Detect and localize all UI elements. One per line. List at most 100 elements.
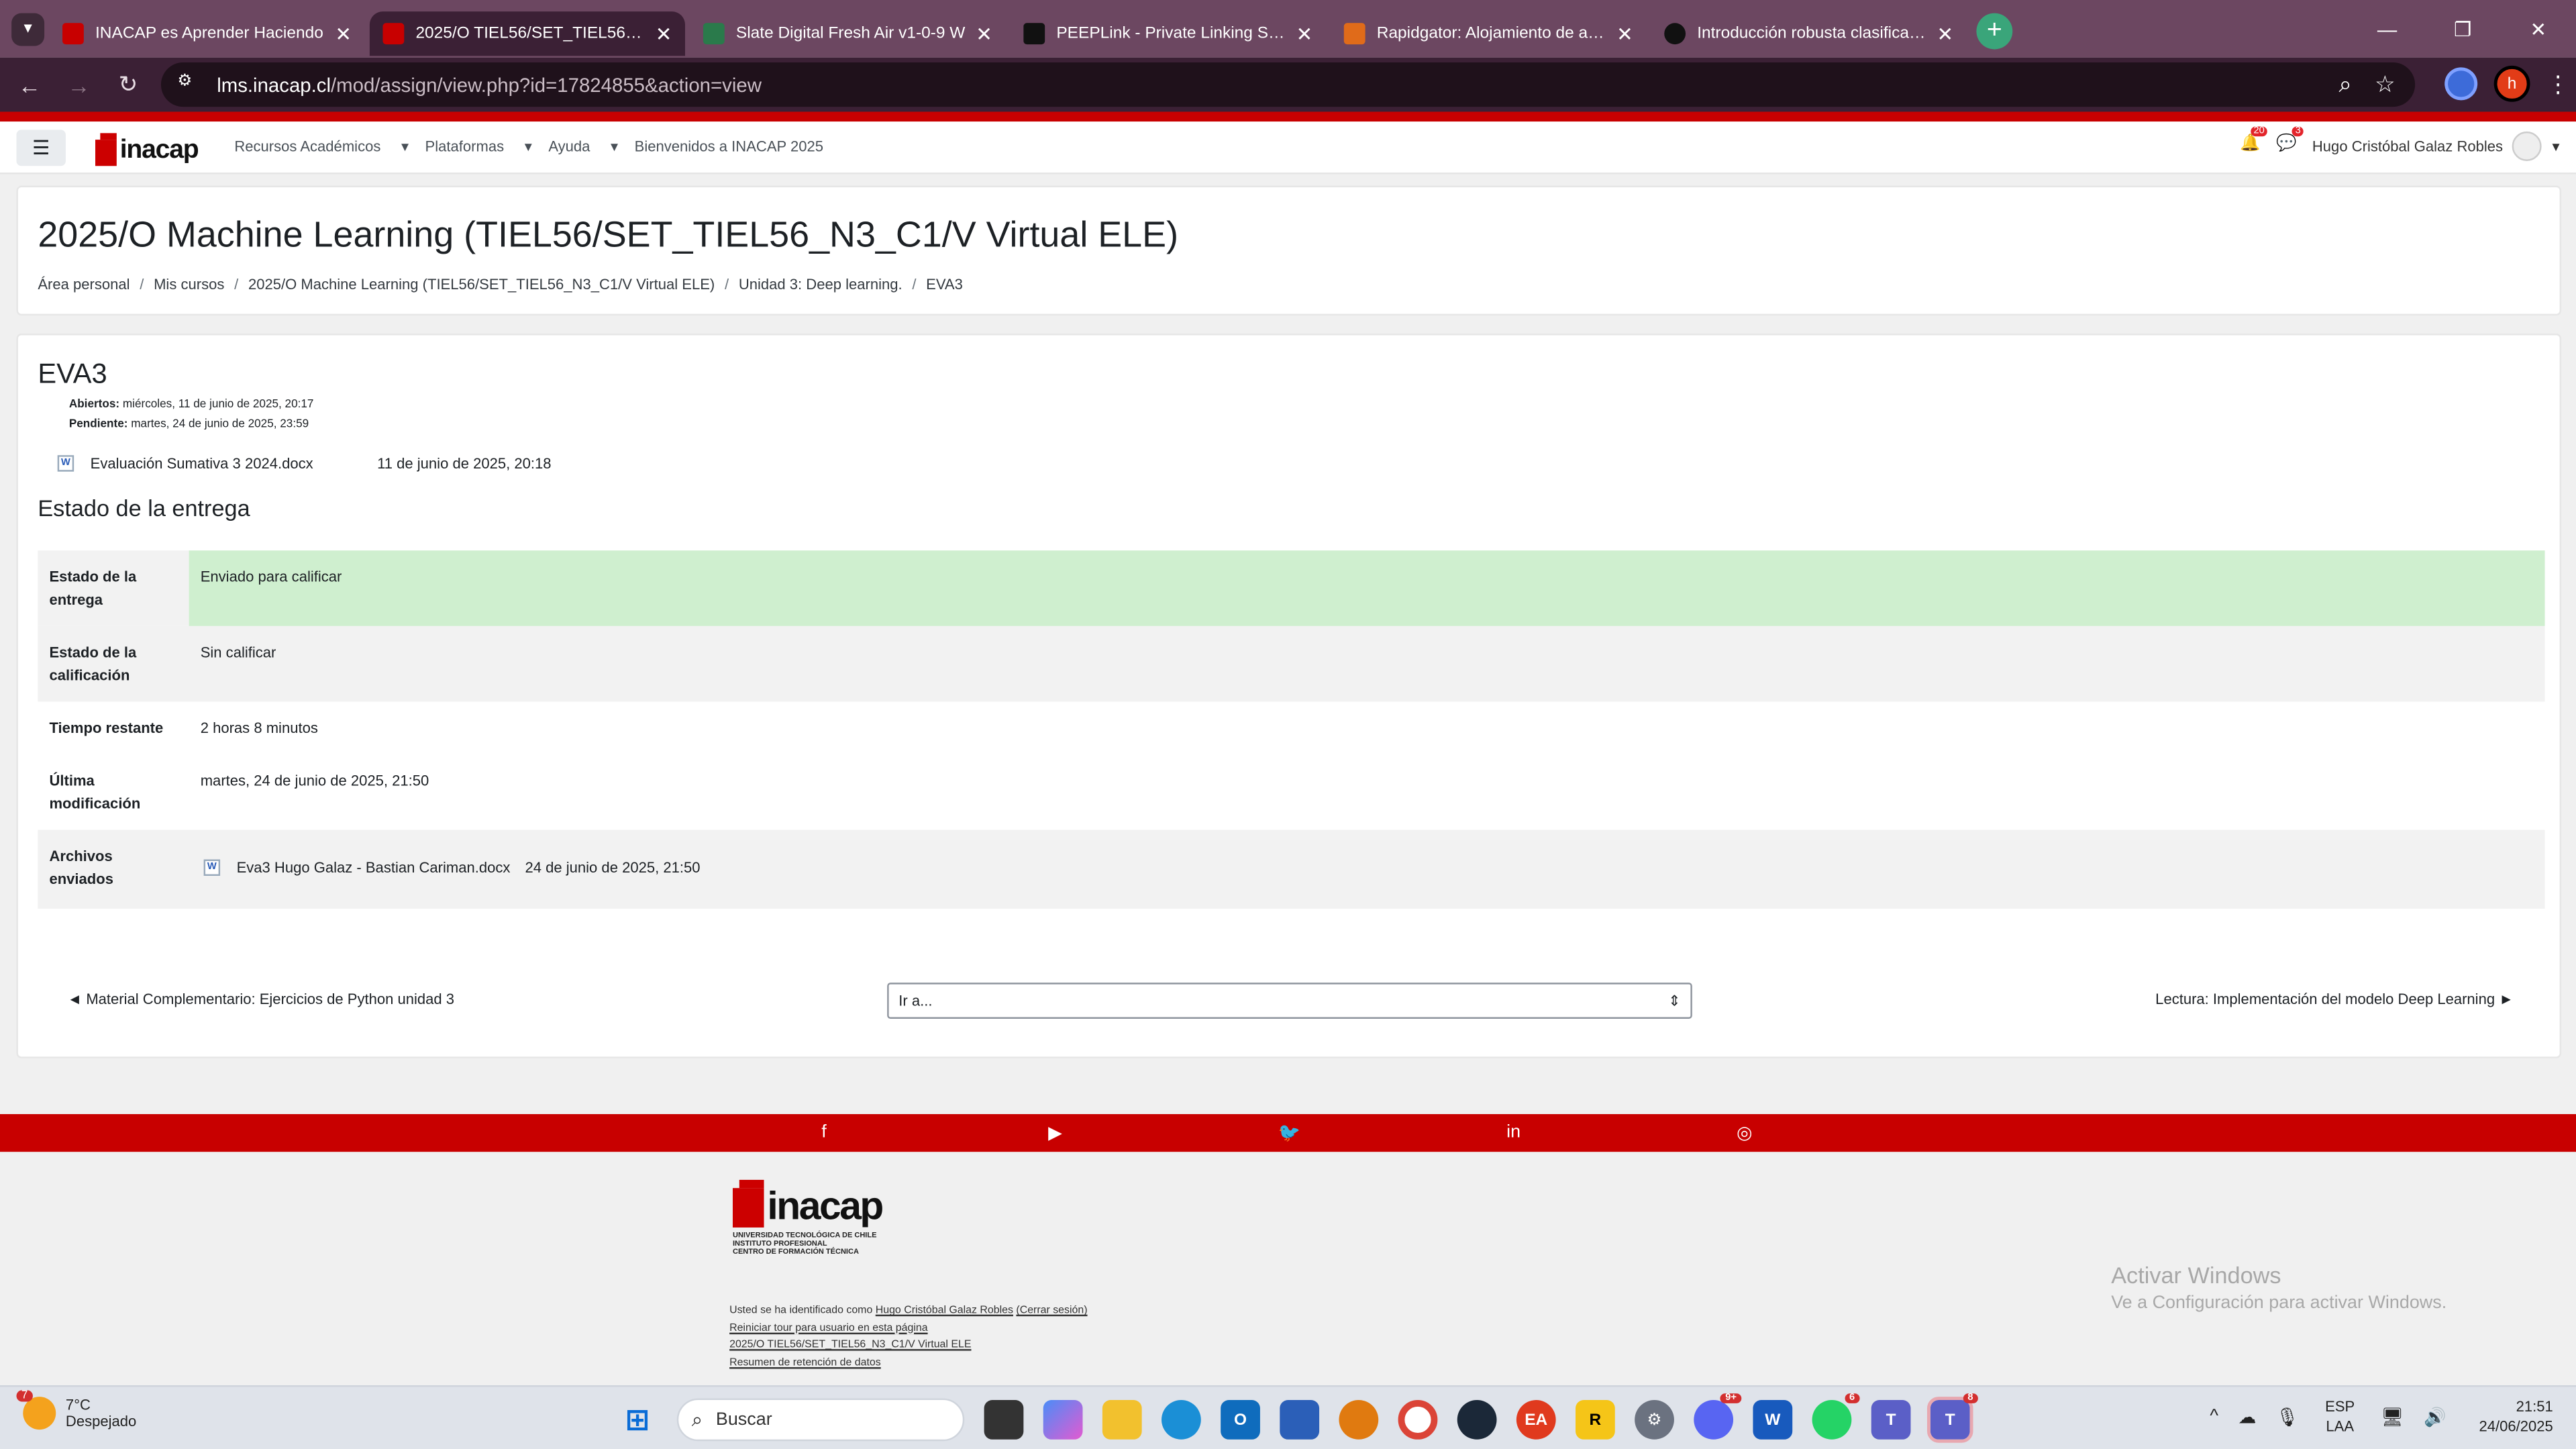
attachment-link[interactable]: Evaluación Sumativa 3 2024.docx — [91, 455, 313, 471]
zoom-icon[interactable]: ⌕ — [2339, 70, 2352, 99]
profile-avatar[interactable]: h — [2493, 65, 2530, 102]
word-file-icon: W — [57, 455, 74, 472]
assignment-dates: Abiertos: miércoles, 11 de junio de 2025… — [68, 399, 314, 431]
table-row: Última modificación martes, 24 de junio … — [38, 754, 2545, 830]
browser-tab-active[interactable]: 2025/O TIEL56/SET_TIEL56_N3_C1/V Virtual… — [369, 11, 685, 56]
new-tab-button[interactable]: + — [1976, 12, 2013, 49]
inacap-logo[interactable]: inacap — [95, 129, 199, 166]
logout-link[interactable]: (Cerrar sesión) — [1016, 1305, 1087, 1316]
profile-link[interactable]: Hugo Cristóbal Galaz Robles — [876, 1305, 1013, 1316]
word-file-icon: W — [203, 859, 221, 876]
instagram-icon[interactable]: ◎ — [1737, 1122, 1753, 1144]
ea-icon[interactable]: EA — [1516, 1400, 1556, 1440]
browser-tab[interactable]: Introducción robusta clasificación ✕ — [1651, 11, 1967, 56]
brand-stripe — [0, 111, 2576, 122]
messages-icon[interactable]: 💬 3 — [2276, 126, 2304, 158]
social-bar: f ▶ 🐦 in ◎ — [0, 1114, 2576, 1152]
rockstar-icon[interactable]: R — [1576, 1400, 1615, 1440]
volume-icon[interactable]: 🔊 — [2424, 1406, 2446, 1427]
tab-title: PEEPLink - Private Linking Service — [1056, 24, 1286, 43]
course-link[interactable]: 2025/O TIEL56/SET_TIEL56_N3_C1/V Virtual… — [729, 1339, 971, 1350]
peeplink-favicon-icon — [1023, 23, 1045, 45]
youtube-icon[interactable]: ▶ — [1048, 1122, 1062, 1144]
clock[interactable]: 21:51 24/06/2025 — [2479, 1397, 2553, 1436]
reload-icon[interactable]: ↻ — [103, 70, 152, 99]
menu-recursos[interactable]: Recursos Académicos ▾ — [234, 138, 409, 156]
discord-icon[interactable]: 9+ — [1694, 1393, 1742, 1440]
next-activity-link[interactable]: Lectura: Implementación del modelo Deep … — [2155, 991, 2514, 1007]
browser-tab[interactable]: INACAP es Aprender Haciendo ✕ — [49, 11, 364, 56]
close-window-icon[interactable]: ✕ — [2500, 0, 2576, 58]
notifications-bell-icon[interactable]: 🔔 20 — [2240, 126, 2268, 158]
inacap-favicon-icon — [62, 23, 84, 45]
fl-studio-icon[interactable] — [1339, 1400, 1379, 1440]
network-icon[interactable]: 🖥 — [2381, 1406, 2404, 1427]
show-hidden-icons-chevron-icon[interactable]: ^ — [2210, 1407, 2218, 1426]
jump-to-select[interactable]: Ir a... ⇕ — [887, 983, 1692, 1019]
twitter-icon[interactable]: 🐦 — [1278, 1122, 1301, 1144]
back-icon[interactable]: ← — [5, 72, 54, 98]
breadcrumb-item[interactable]: 2025/O Machine Learning (TIEL56/SET_TIEL… — [248, 276, 715, 292]
url-host: lms.inacap.cl — [217, 72, 331, 97]
user-menu-chevron-icon[interactable]: ▾ — [2553, 137, 2560, 155]
browser-tab[interactable]: Rapidgator: Alojamiento de archivos ✕ — [1331, 11, 1646, 56]
chrome-icon[interactable] — [1398, 1400, 1438, 1440]
linkedin-icon[interactable]: in — [1506, 1122, 1521, 1142]
steam-icon[interactable] — [1457, 1400, 1497, 1440]
close-tab-icon[interactable]: ✕ — [656, 22, 672, 45]
breadcrumb-item[interactable]: EVA3 — [926, 276, 963, 292]
onedrive-icon[interactable]: ☁ — [2238, 1406, 2256, 1427]
forward-icon[interactable]: → — [54, 72, 103, 98]
browser-tab[interactable]: PEEPLink - Private Linking Service ✕ — [1011, 11, 1326, 56]
close-tab-icon[interactable]: ✕ — [1937, 22, 1954, 45]
logo-mark — [95, 132, 117, 166]
close-tab-icon[interactable]: ✕ — [976, 22, 992, 45]
more-menu-icon[interactable]: ⋮ — [2546, 70, 2569, 98]
menu-ayuda[interactable]: Ayuda ▾ — [548, 138, 618, 156]
microphone-icon[interactable]: 🎙 — [2276, 1406, 2299, 1427]
browser-tab[interactable]: Slate Digital Fresh Air v1-0-9 W ✕ — [690, 11, 1005, 56]
tab-search-button[interactable]: ▾ — [11, 12, 45, 46]
slate-favicon-icon — [703, 23, 725, 45]
settings-icon[interactable]: ⚙ — [1635, 1400, 1674, 1440]
outlook-icon[interactable]: O — [1221, 1400, 1260, 1440]
input-language[interactable]: ESP LAA — [2325, 1397, 2355, 1436]
teams-active-icon[interactable]: T8 — [1926, 1393, 1978, 1443]
user-avatar[interactable] — [2512, 131, 2542, 161]
reset-tour-link[interactable]: Reiniciar tour para usuario en esta pági… — [729, 1322, 927, 1334]
minimize-icon[interactable]: — — [2349, 0, 2425, 58]
taskbar-search[interactable]: ⌕ Buscar — [676, 1398, 965, 1442]
close-tab-icon[interactable]: ✕ — [1616, 22, 1633, 45]
breadcrumb-item[interactable]: Unidad 3: Deep learning. — [739, 276, 903, 292]
teams-icon[interactable]: T — [1871, 1400, 1911, 1440]
task-view-icon[interactable] — [984, 1400, 1024, 1440]
prev-activity-link[interactable]: ◄ Material Complementario: Ejercicios de… — [67, 991, 454, 1007]
site-info-icon[interactable]: ⚙ — [177, 72, 203, 98]
address-bar[interactable]: ⚙ lms.inacap.cl /mod/assign/view.php?id=… — [160, 62, 2416, 107]
drawer-toggle-button[interactable]: ☰ — [16, 129, 66, 166]
facebook-icon[interactable]: f — [821, 1122, 826, 1142]
submitted-file-link[interactable]: Eva3 Hugo Galaz - Bastian Cariman.docx — [237, 856, 511, 879]
breadcrumb-item[interactable]: Área personal — [38, 276, 130, 292]
restore-icon[interactable]: ❐ — [2425, 0, 2501, 58]
bookmark-star-icon[interactable]: ☆ — [2375, 70, 2395, 99]
table-row: Estado de la entrega Enviado para califi… — [38, 550, 2545, 626]
menu-plataformas[interactable]: Plataformas ▾ — [425, 138, 532, 156]
file-explorer-icon[interactable] — [1102, 1400, 1142, 1440]
windows-start-icon[interactable]: ⊞ — [618, 1400, 658, 1440]
edge-icon[interactable] — [1162, 1400, 1201, 1440]
store-icon[interactable] — [1280, 1400, 1320, 1440]
site-navbar: ☰ inacap Recursos Académicos ▾ Plataform… — [0, 121, 2576, 174]
breadcrumb-item[interactable]: Mis cursos — [154, 276, 224, 292]
copilot-icon[interactable] — [1043, 1400, 1083, 1440]
word-icon[interactable]: W — [1753, 1400, 1793, 1440]
tab-title: Rapidgator: Alojamiento de archivos — [1376, 24, 1607, 43]
extension-icon[interactable] — [2444, 67, 2478, 101]
user-name[interactable]: Hugo Cristóbal Galaz Robles — [2312, 138, 2503, 154]
menu-bienvenidos[interactable]: Bienvenidos a INACAP 2025 — [635, 138, 823, 156]
close-tab-icon[interactable]: ✕ — [335, 22, 352, 45]
whatsapp-icon[interactable]: 6 — [1812, 1393, 1860, 1440]
weather-widget[interactable]: 7 7°C Despejado — [16, 1390, 136, 1430]
data-retention-link[interactable]: Resumen de retención de datos — [729, 1356, 881, 1368]
close-tab-icon[interactable]: ✕ — [1296, 22, 1313, 45]
